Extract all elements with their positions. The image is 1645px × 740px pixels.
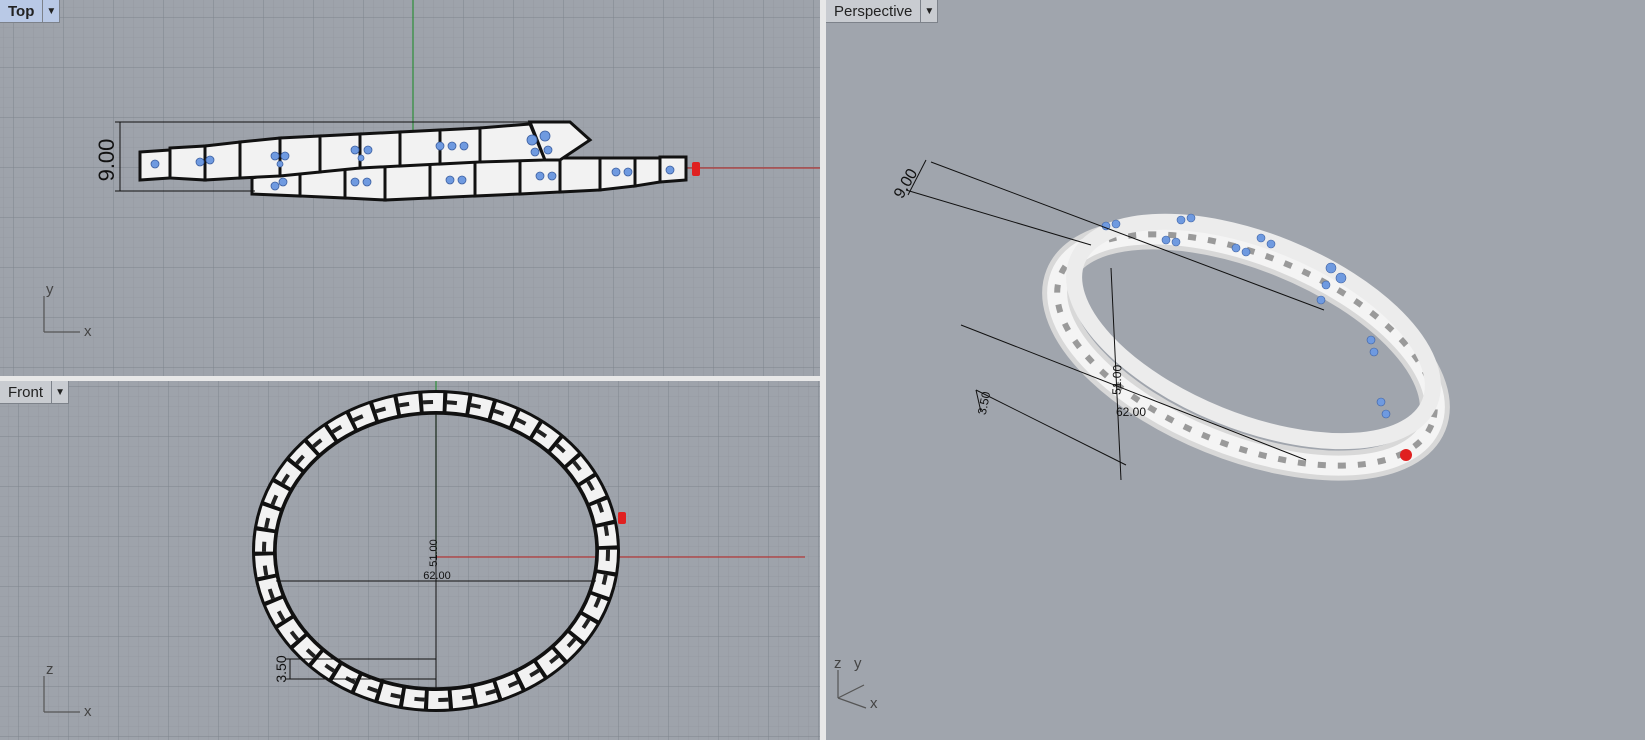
perspective-viewport-tab[interactable]: Perspective ▼ [826, 0, 939, 23]
perspective-bracelet-model[interactable]: 9.00 51.00 62.00 3.50 z y x [826, 0, 1645, 740]
front-thickness-dimension: 3.50 [273, 655, 289, 682]
top-viewport-tab[interactable]: Top ▼ [0, 0, 61, 23]
top-viewport[interactable]: 9.00 y x Top ▼ [0, 0, 820, 376]
top-viewport-title[interactable]: Top [0, 3, 42, 20]
perspective-viewport[interactable]: 9.00 51.00 62.00 3.50 z y x Perspective … [826, 0, 1645, 740]
front-viewport-tab[interactable]: Front ▼ [0, 381, 70, 404]
perspective-height-dimension: 51.00 [1109, 364, 1124, 395]
top-axis-icon [43, 296, 80, 333]
perspective-clasp-marker [1400, 449, 1412, 461]
perspective-viewport-title[interactable]: Perspective [826, 3, 920, 20]
top-bracelet-model[interactable]: 9.00 y x [0, 0, 820, 376]
perspective-axis-icon [837, 670, 867, 709]
top-axis-x-label: x [84, 323, 92, 340]
front-bracelet-model[interactable]: 51.00 62.00 3.50 z x [0, 381, 820, 740]
top-clasp-marker [692, 162, 700, 176]
perspective-diameter-dimension: 62.00 [1116, 405, 1146, 419]
top-axis-y-label: y [46, 281, 54, 298]
front-width-dimension: 62.00 [423, 570, 451, 582]
front-height-dimension: 51.00 [428, 539, 440, 567]
perspective-axis-y-label: y [854, 655, 862, 672]
top-dimension-label: 9.00 [94, 139, 119, 182]
perspective-axis-z-label: z [834, 655, 842, 672]
front-axis-icon [43, 676, 80, 713]
perspective-thickness-dimension: 3.50 [975, 390, 994, 416]
front-viewport[interactable]: 51.00 62.00 3.50 z x Front ▼ [0, 381, 820, 740]
perspective-width-dimension: 9.00 [891, 166, 921, 202]
perspective-axis-x-label: x [870, 695, 878, 712]
chevron-down-icon[interactable]: ▼ [920, 0, 937, 22]
front-axis-x-label: x [84, 703, 92, 720]
front-viewport-title[interactable]: Front [0, 384, 51, 401]
front-clasp-marker [618, 512, 626, 524]
front-axis-z-label: z [46, 661, 54, 678]
chevron-down-icon[interactable]: ▼ [42, 0, 59, 22]
chevron-down-icon[interactable]: ▼ [51, 381, 68, 403]
